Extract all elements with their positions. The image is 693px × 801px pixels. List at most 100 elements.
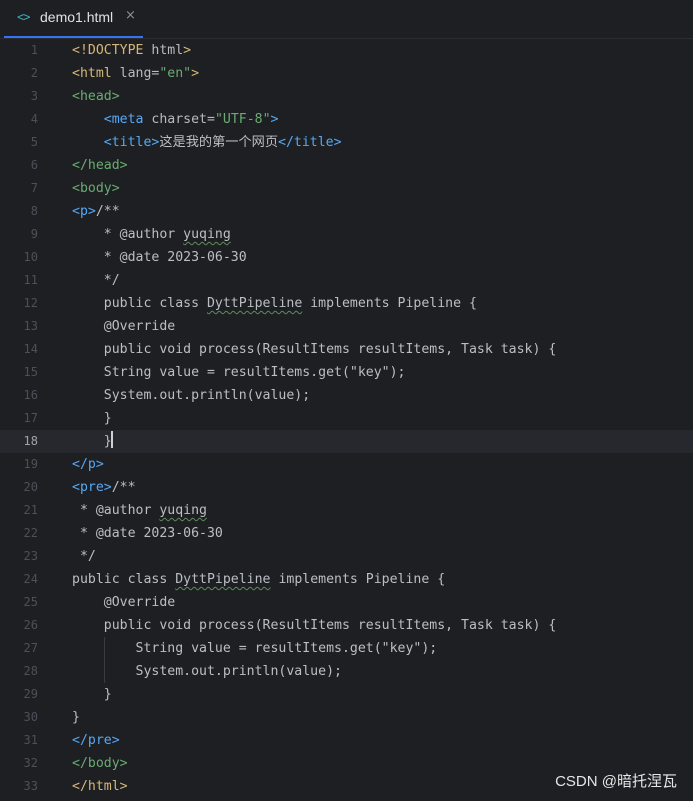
code-line[interactable]: 24 public class DyttPipeline implements P…: [0, 568, 693, 591]
code-token: html: [151, 43, 184, 58]
code-line[interactable]: 30}: [0, 706, 693, 729]
line-number: 22: [23, 526, 38, 540]
code-token: String value = resultItems.get("key");: [72, 365, 406, 380]
code-line[interactable]: 1 <!DOCTYPE html>: [0, 39, 693, 62]
code-line[interactable]: 12 public class DyttPipeline implements …: [0, 292, 693, 315]
code-line[interactable]: 5 <title>这是我的第一个网页</title>: [0, 131, 693, 154]
code-text: }: [72, 706, 80, 729]
code-text: public void process(ResultItems resultIt…: [72, 338, 557, 361]
code-line[interactable]: 10 * @date 2023-06-30: [0, 246, 693, 269]
line-number: 20: [23, 480, 38, 494]
code-line[interactable]: 25 @Override: [0, 591, 693, 614]
code-token: <head>: [72, 89, 120, 104]
code-line[interactable]: 27 String value = resultItems.get("key")…: [0, 637, 693, 660]
code-line[interactable]: 16 System.out.println(value);: [0, 384, 693, 407]
line-number: 15: [23, 365, 38, 379]
line-number: 7: [30, 181, 38, 195]
code-token: }: [72, 434, 112, 449]
code-text: </p>: [72, 453, 104, 476]
code-text: public class DyttPipeline implements Pip…: [72, 292, 477, 315]
code-line[interactable]: 20 <pre>/**: [0, 476, 693, 499]
code-line[interactable]: 13 @Override: [0, 315, 693, 338]
code-line[interactable]: 26 public void process(ResultItems resul…: [0, 614, 693, 637]
code-line[interactable]: 28 System.out.println(value);: [0, 660, 693, 683]
code-line[interactable]: 3 <head>: [0, 85, 693, 108]
code-line[interactable]: 8 <p>/**: [0, 200, 693, 223]
code-text: </head>: [72, 154, 128, 177]
code-line[interactable]: 31 </pre>: [0, 729, 693, 752]
close-icon[interactable]: ×: [125, 8, 136, 23]
code-text: }: [72, 683, 112, 706]
code-text: */: [72, 545, 96, 568]
code-text: <!DOCTYPE html>: [72, 39, 191, 62]
line-number: 19: [23, 457, 38, 471]
code-token: >: [183, 43, 192, 58]
code-line[interactable]: 15 String value = resultItems.get("key")…: [0, 361, 693, 384]
code-line[interactable]: 21 * @author yuqing: [0, 499, 693, 522]
code-token: </html>: [72, 779, 128, 794]
code-line[interactable]: 7 <body>: [0, 177, 693, 200]
line-number: 16: [23, 388, 38, 402]
code-token: "en": [159, 66, 192, 81]
line-number: 18: [23, 434, 38, 448]
code-text: */: [72, 269, 120, 292]
code-line[interactable]: 17 }: [0, 407, 693, 430]
code-token: /**: [95, 204, 120, 219]
code-line[interactable]: 23 */: [0, 545, 693, 568]
code-token: <html: [72, 66, 120, 81]
code-area[interactable]: 1 <!DOCTYPE html> 2 <html lang="en"> 3 <head>…: [0, 39, 693, 801]
code-text: }: [72, 407, 112, 430]
line-number: 2: [30, 66, 38, 80]
tab-demo1-html[interactable]: <> demo1.html ×: [4, 0, 143, 36]
code-token: <p>: [72, 204, 96, 219]
code-line[interactable]: 22 * @date 2023-06-30: [0, 522, 693, 545]
code-token: </pre>: [72, 733, 120, 748]
line-number: 13: [23, 319, 38, 333]
line-number: 4: [30, 112, 38, 126]
code-line[interactable]: 14 public void process(ResultItems resul…: [0, 338, 693, 361]
code-line[interactable]: 11 */: [0, 269, 693, 292]
code-token: }: [72, 411, 112, 426]
code-token: 这是我的第一个网页: [159, 135, 279, 150]
code-text: * @author yuqing: [72, 223, 231, 246]
line-number: 33: [23, 779, 38, 793]
code-token: >: [191, 66, 200, 81]
code-token: <title>: [103, 135, 160, 150]
code-line[interactable]: 19 </p>: [0, 453, 693, 476]
code-token: }: [72, 687, 112, 702]
code-line[interactable]: 29 }: [0, 683, 693, 706]
code-text: <head>: [72, 85, 120, 108]
line-number: 11: [23, 273, 38, 287]
code-line[interactable]: 2 <html lang="en">: [0, 62, 693, 85]
code-token: DyttPipeline: [206, 296, 303, 311]
code-text: <html lang="en">: [72, 62, 199, 85]
code-text: String value = resultItems.get("key");: [72, 361, 406, 384]
code-line[interactable]: 18 }: [0, 430, 693, 453]
code-token: yuqing: [183, 227, 231, 242]
text-caret: [110, 431, 113, 448]
code-token: System.out.println(value);: [72, 388, 311, 403]
line-number: 27: [23, 641, 38, 655]
line-number: 21: [23, 503, 38, 517]
code-token: * @date 2023-06-30: [72, 250, 247, 265]
html-file-icon: <>: [17, 10, 30, 24]
code-token: </head>: [72, 158, 128, 173]
code-line[interactable]: 6 </head>: [0, 154, 693, 177]
code-line[interactable]: 9 * @author yuqing: [0, 223, 693, 246]
code-token: <!DOCTYPE: [72, 43, 152, 58]
code-token: >: [270, 112, 279, 127]
code-text: <body>: [72, 177, 120, 200]
code-token: @Override: [72, 595, 176, 610]
code-text: <p>/**: [72, 200, 120, 223]
code-line[interactable]: 4 <meta charset="UTF-8">: [0, 108, 693, 131]
code-token: public void process(ResultItems resultIt…: [72, 342, 557, 357]
code-token: * @author: [72, 503, 160, 518]
line-number: 12: [23, 296, 38, 310]
code-token: public class: [72, 572, 176, 587]
active-tab-indicator: [4, 36, 143, 38]
code-token: charset=: [151, 112, 215, 127]
code-text: String value = resultItems.get("key");: [72, 637, 438, 660]
code-text: * @author yuqing: [72, 499, 207, 522]
line-number: 25: [23, 595, 38, 609]
code-token: @Override: [72, 319, 176, 334]
